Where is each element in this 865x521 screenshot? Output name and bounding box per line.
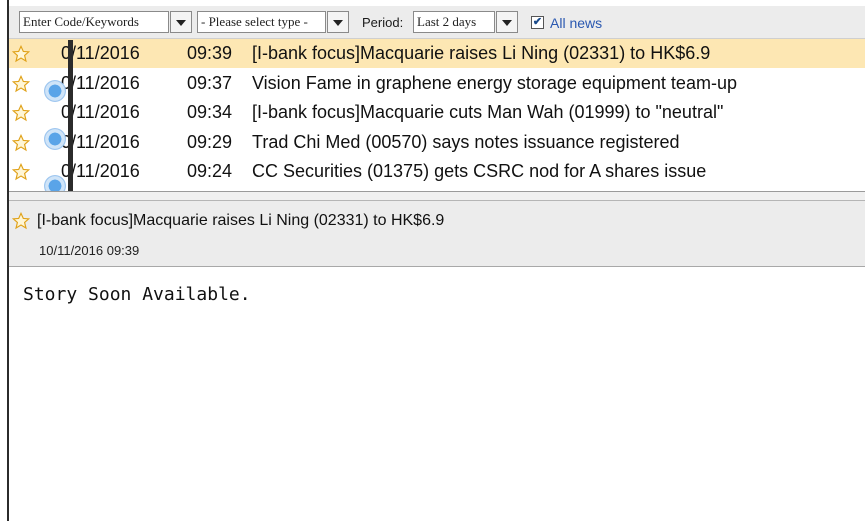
- news-time: 09:37: [187, 72, 233, 93]
- star-icon[interactable]: [12, 133, 30, 152]
- story-text: Story Soon Available.: [23, 284, 251, 305]
- news-time: 09:24: [187, 161, 233, 182]
- news-time: 09:39: [187, 43, 233, 63]
- star-icon[interactable]: [12, 212, 30, 230]
- news-headline: CC Securities (01375) gets CSRC nod for …: [252, 161, 707, 182]
- pane-splitter[interactable]: [9, 191, 865, 201]
- news-date: 0/11/2016: [61, 72, 140, 93]
- news-row[interactable]: 0/11/2016 09:37 Vision Fame in graphene en…: [9, 69, 865, 98]
- keyword-dropdown-button[interactable]: [170, 11, 192, 33]
- news-headline: [I-bank focus]Macquarie cuts Man Wah (01…: [252, 102, 724, 123]
- star-icon[interactable]: [12, 74, 30, 93]
- all-news-label[interactable]: All news: [550, 15, 602, 31]
- news-headline: Vision Fame in graphene energy storage e…: [252, 72, 737, 93]
- star-icon[interactable]: [12, 104, 30, 122]
- story-title: [I-bank focus]Macquarie raises Li Ning (…: [37, 212, 445, 229]
- type-select[interactable]: - Please select type -: [197, 11, 326, 33]
- news-row[interactable]: 0/11/2016 09:29 Trad Chi Med (00570) says …: [9, 128, 865, 157]
- keyword-input[interactable]: Enter Code/Keywords: [19, 11, 169, 33]
- news-list: 0/11/2016 09:39 [I-bank focus]Macquarie ra…: [9, 39, 865, 191]
- news-row[interactable]: 0/11/2016 09:34 [I-bank focus]Macquarie cu…: [9, 98, 865, 127]
- period-dropdown-button[interactable]: [496, 11, 518, 33]
- news-date: 0/11/2016: [61, 131, 140, 152]
- news-date: 0/11/2016: [61, 161, 140, 182]
- star-icon[interactable]: [12, 45, 30, 63]
- news-date: 0/11/2016: [61, 43, 140, 63]
- star-icon[interactable]: [12, 163, 30, 181]
- story-body: Story Soon Available.: [9, 267, 865, 521]
- type-dropdown-button[interactable]: [327, 11, 349, 33]
- all-news-checkbox[interactable]: ✔: [531, 16, 544, 29]
- period-label: Period:: [362, 15, 404, 30]
- news-date: 0/11/2016: [61, 102, 140, 123]
- story-header: [I-bank focus]Macquarie raises Li Ning (…: [9, 201, 865, 267]
- window-left-border: [0, 0, 9, 521]
- period-select[interactable]: Last 2 days: [413, 11, 495, 33]
- story-timestamp: 10/11/2016 09:39: [39, 243, 140, 258]
- news-toolbar: Enter Code/Keywords - Please select type…: [9, 6, 865, 39]
- news-time: 09:29: [187, 131, 233, 152]
- news-row[interactable]: 0/11/2016 09:39 [I-bank focus]Macquarie ra…: [9, 39, 865, 68]
- news-headline: Trad Chi Med (00570) says notes issuance…: [252, 131, 680, 152]
- news-row[interactable]: 0/11/2016 09:24 CC Securities (01375) gets…: [9, 157, 865, 186]
- news-time: 09:34: [187, 102, 233, 123]
- news-headline: [I-bank focus]Macquarie raises Li Ning (…: [252, 43, 711, 63]
